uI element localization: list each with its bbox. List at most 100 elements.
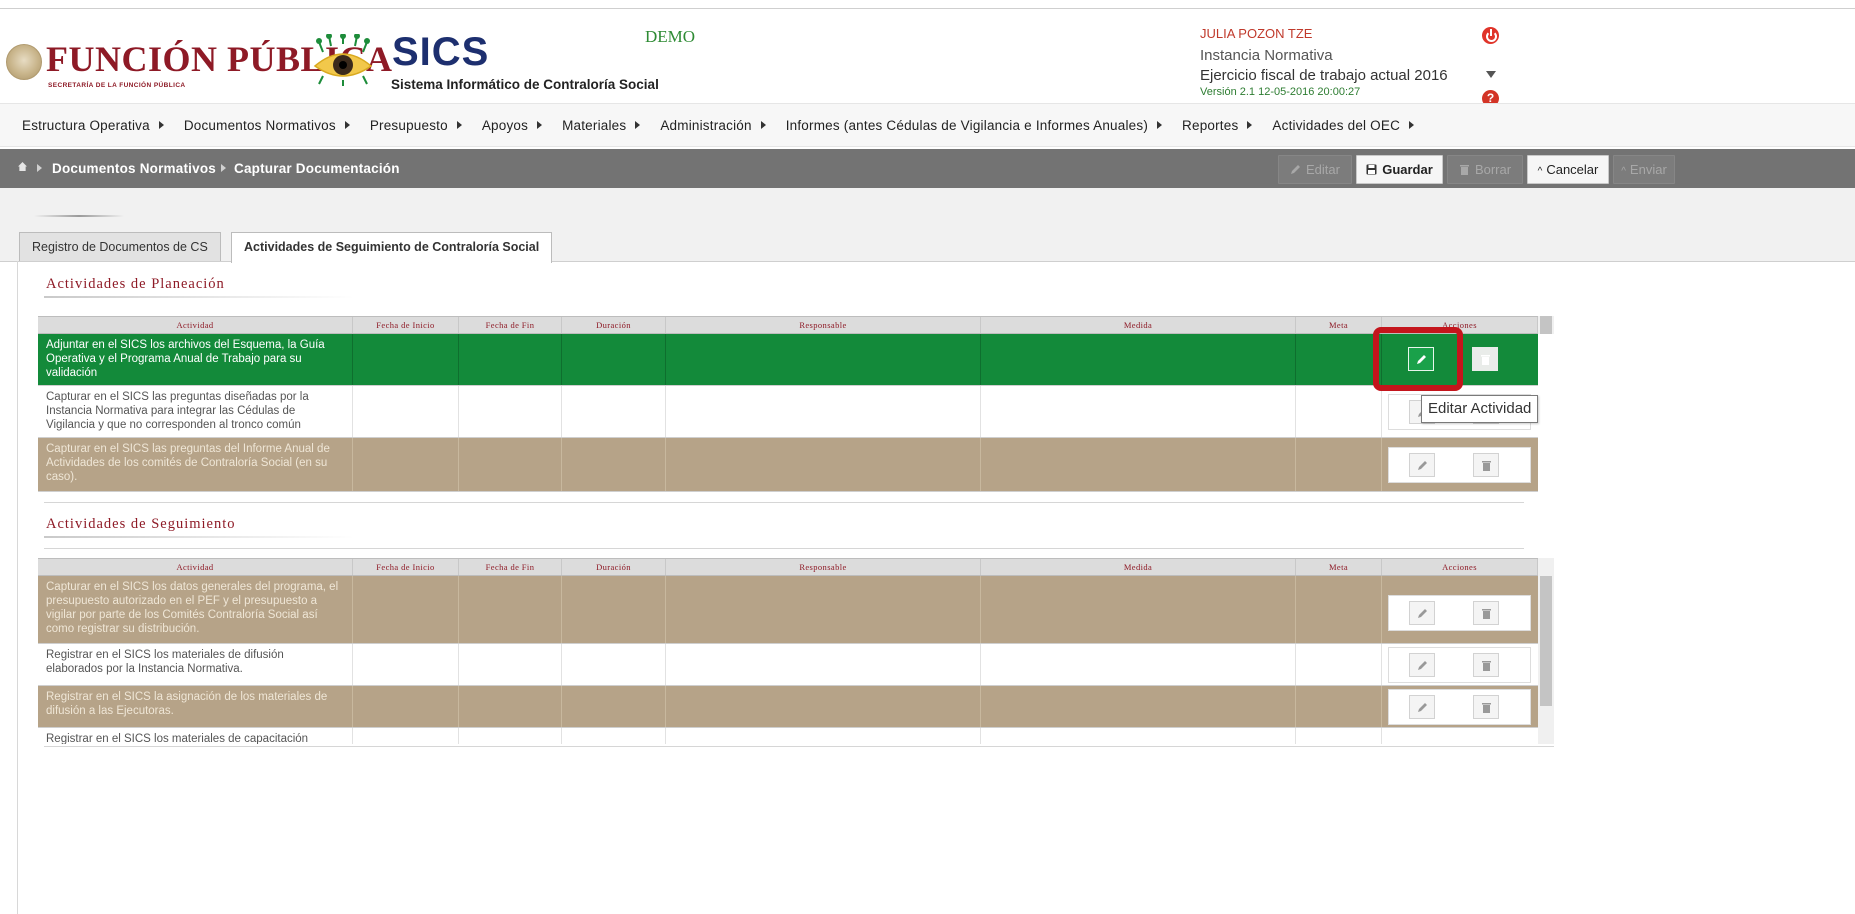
edit-activity-button[interactable]: [1409, 653, 1435, 677]
cell-duracion: [562, 728, 666, 744]
activity-text: Capturar en el SICS las preguntas del In…: [46, 443, 330, 483]
cell-fecha-fin: [459, 386, 562, 437]
table-row[interactable]: Capturar en el SICS las preguntas diseña…: [38, 386, 1538, 438]
cell-medida: [981, 644, 1296, 685]
table-row[interactable]: Adjuntar en el SICS los archivos del Esq…: [38, 334, 1538, 386]
pencil-icon: [1291, 165, 1301, 174]
cell-duracion: [562, 334, 666, 385]
cell-responsable: [666, 386, 981, 437]
table-row[interactable]: Registrar en el SICS la asignación de lo…: [38, 686, 1538, 728]
cell-duracion: [562, 644, 666, 685]
cell-duracion: [562, 686, 666, 727]
seguimiento-table: Actividad Fecha de Inicio Fecha de Fin D…: [38, 558, 1538, 744]
tab-registro-documentos[interactable]: Registro de Documentos de CS: [19, 232, 221, 261]
breadcrumb-toolbar: Documentos Normativos Capturar Documenta…: [0, 149, 1855, 188]
content-left-border: [17, 261, 18, 914]
planeacion-table: Actividad Fecha de Inicio Fecha de Fin D…: [38, 316, 1538, 494]
activity-text: Registrar en el SICS la asignación de lo…: [46, 691, 328, 717]
section-divider: [44, 548, 1524, 549]
col-meta: Meta: [1296, 559, 1382, 575]
menu-label: Documentos Normativos: [183, 117, 336, 133]
cell-medida: [981, 438, 1296, 491]
environment-label: DEMO: [645, 27, 696, 46]
menu-reportes[interactable]: Reportes: [1162, 118, 1253, 133]
col-duracion: Duración: [562, 317, 666, 333]
delete-activity-button[interactable]: [1473, 653, 1499, 677]
cell-duracion: [562, 386, 666, 437]
cell-responsable: [666, 438, 981, 491]
activity-text: Adjuntar en el SICS los archivos del Esq…: [46, 339, 325, 379]
dropdown-arrow-icon[interactable]: [1486, 71, 1496, 78]
highlight-annotation: [1373, 327, 1463, 391]
tab-actividades-seguimiento[interactable]: Actividades de Seguimiento de Contralorí…: [231, 232, 553, 263]
table-row[interactable]: Registrar en el SICS los materiales de c…: [38, 728, 1538, 744]
delete-button[interactable]: Borrar: [1447, 155, 1523, 184]
cell-fecha-inicio: [353, 686, 459, 727]
delete-activity-button[interactable]: [1473, 453, 1499, 477]
breadcrumb-documentos-normativos[interactable]: Documentos Normativos: [52, 161, 216, 176]
cell-meta: [1296, 576, 1382, 643]
table-header: Actividad Fecha de Inicio Fecha de Fin D…: [38, 316, 1538, 334]
delete-activity-button[interactable]: [1473, 601, 1499, 625]
main-menu: Estructura Operativa Documentos Normativ…: [0, 103, 1855, 147]
activity-text: Capturar en el SICS las preguntas diseña…: [46, 391, 309, 431]
menu-label: Administración: [660, 117, 752, 133]
activity-text: Registrar en el SICS los materiales de c…: [46, 733, 309, 744]
menu-actividades-oec[interactable]: Actividades del OEC: [1252, 118, 1415, 133]
cell-actividad: Capturar en el SICS las preguntas del In…: [38, 438, 353, 491]
user-info: JULIA POZON TZE Instancia Normativa Ejer…: [1200, 26, 1448, 98]
cancel-button[interactable]: ^ Cancelar: [1527, 155, 1609, 184]
menu-apoyos[interactable]: Apoyos: [462, 118, 543, 133]
cell-actividad: Capturar en el SICS las preguntas diseña…: [38, 386, 353, 437]
scrollbar-thumb[interactable]: [1540, 316, 1552, 334]
cell-duracion: [562, 438, 666, 491]
section-underline: [44, 536, 354, 538]
section-title-seguimiento: Actividades de Seguimiento: [46, 516, 236, 532]
planeacion-scrollbar[interactable]: [1538, 316, 1554, 334]
menu-documentos-normativos[interactable]: Documentos Normativos: [164, 118, 350, 133]
menu-informes[interactable]: Informes (antes Cédulas de Vigilancia e …: [766, 118, 1163, 133]
cell-responsable: [666, 686, 981, 727]
breadcrumb-separator: [221, 164, 226, 172]
table-row[interactable]: Registrar en el SICS los materiales de d…: [38, 644, 1538, 686]
edit-activity-button[interactable]: [1409, 695, 1435, 719]
table-row[interactable]: Capturar en el SICS las preguntas del In…: [38, 438, 1538, 492]
send-button[interactable]: ^ Enviar: [1613, 155, 1675, 184]
app-name: SICS: [392, 30, 490, 74]
menu-presupuesto[interactable]: Presupuesto: [350, 118, 462, 133]
menu-administracion[interactable]: Administración: [640, 117, 766, 133]
menu-materiales[interactable]: Materiales: [542, 117, 641, 133]
pencil-icon: [1418, 661, 1427, 670]
delete-activity-button[interactable]: [1472, 347, 1498, 371]
edit-activity-button[interactable]: [1409, 453, 1435, 477]
cell-meta: [1296, 644, 1382, 685]
power-icon[interactable]: [1482, 27, 1499, 44]
cell-responsable: [666, 644, 981, 685]
section-underline: [44, 296, 354, 298]
scrollbar-thumb[interactable]: [1540, 576, 1552, 706]
row-actions: [1388, 689, 1531, 725]
cell-fecha-fin: [459, 576, 562, 643]
save-button[interactable]: Guardar: [1356, 155, 1443, 184]
cell-responsable: [666, 576, 981, 643]
row-actions: [1388, 595, 1531, 631]
delete-activity-button[interactable]: [1473, 695, 1499, 719]
cell-actividad: Registrar en el SICS los materiales de c…: [38, 728, 353, 744]
menu-label: Materiales: [562, 117, 627, 133]
table-row[interactable]: Capturar en el SICS los datos generales …: [38, 576, 1538, 644]
cell-meta: [1296, 334, 1382, 385]
home-icon[interactable]: [18, 162, 27, 171]
col-fecha-fin: Fecha de Fin: [459, 559, 562, 575]
trash-icon: [1482, 461, 1491, 471]
col-fecha-inicio: Fecha de Inicio: [353, 559, 459, 575]
cell-fecha-inicio: [353, 576, 459, 643]
brand-subtitle: SECRETARÍA DE LA FUNCIÓN PÚBLICA: [48, 82, 186, 89]
cell-actividad: Adjuntar en el SICS los archivos del Esq…: [38, 334, 353, 385]
seguimiento-scrollbar[interactable]: [1538, 558, 1554, 744]
menu-estructura-operativa[interactable]: Estructura Operativa: [0, 118, 164, 133]
edit-button[interactable]: Editar: [1278, 155, 1352, 184]
app-header: FUNCIÓN PÚBLICA SECRETARÍA DE LA FUNCIÓN…: [0, 10, 1855, 107]
cell-responsable: [666, 728, 981, 744]
pencil-icon: [1418, 609, 1427, 618]
edit-activity-button[interactable]: [1409, 601, 1435, 625]
